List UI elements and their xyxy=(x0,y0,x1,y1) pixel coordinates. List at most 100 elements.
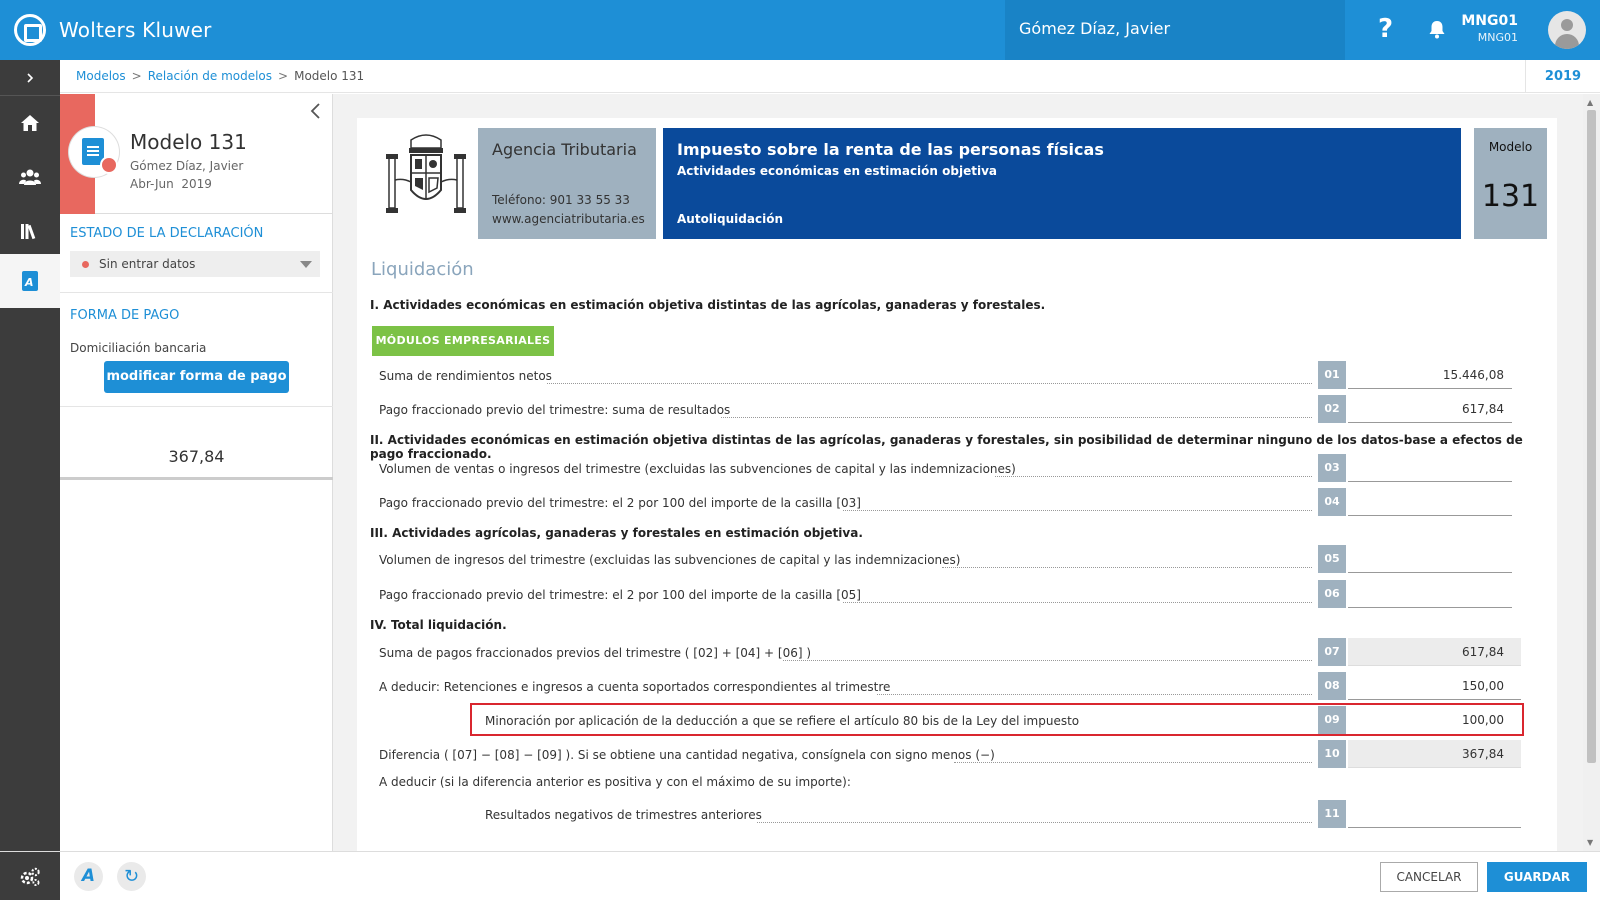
current-client-name[interactable]: Gómez Díaz, Javier xyxy=(1019,19,1170,38)
box-01-input[interactable]: 15.446,08 xyxy=(1348,361,1512,389)
tax-models-icon[interactable]: A xyxy=(0,254,60,308)
highlighted-row-outline xyxy=(470,703,1524,736)
svg-text:A: A xyxy=(24,276,34,289)
tax-agency-icon[interactable]: A xyxy=(74,862,103,891)
model-client: Gómez Díaz, Javier xyxy=(130,159,244,173)
box-08-input[interactable]: 150,00 xyxy=(1348,672,1521,700)
breadcrumb-modelos[interactable]: Modelos xyxy=(76,69,126,83)
box-code: 04 xyxy=(1318,488,1346,516)
user-avatar-icon[interactable] xyxy=(1548,11,1586,49)
box-11-input[interactable] xyxy=(1348,800,1521,828)
total-underline xyxy=(60,477,333,480)
section-4-title: IV. Total liquidación. xyxy=(370,618,507,632)
breadcrumb-bar: Modelos > Relación de modelos > Modelo 131 2… xyxy=(60,60,1600,93)
row-label: Pago fraccionado previo del trimestre: e… xyxy=(379,588,865,602)
box-code: 08 xyxy=(1318,672,1346,700)
home-icon[interactable] xyxy=(0,96,60,150)
box-code: 07 xyxy=(1318,638,1346,666)
settings-gear-icon[interactable] xyxy=(0,852,60,900)
modelo-label: Modelo xyxy=(1488,140,1533,154)
forma-pago-section-title: FORMA DE PAGO xyxy=(70,308,180,323)
bottom-action-bar: A ↻ CANCELAR GUARDAR xyxy=(0,851,1600,900)
estado-select[interactable]: Sin entrar datos xyxy=(70,251,320,277)
help-icon[interactable]: ? xyxy=(1378,14,1393,44)
box-02-input[interactable]: 617,84 xyxy=(1348,395,1512,423)
box-10-calculated-value: 367,84 xyxy=(1348,740,1521,768)
estado-value: Sin entrar datos xyxy=(99,257,196,271)
form-row-01: Suma de rendimientos netos 01 15.446,08 xyxy=(357,361,1557,391)
modulos-empresariales-button[interactable]: MÓDULOS EMPRESARIALES xyxy=(372,326,554,356)
user-code: MNG01 xyxy=(1461,13,1518,29)
wolters-kluwer-logo-icon xyxy=(14,14,46,46)
row-label: Pago fraccionado previo del trimestre: s… xyxy=(379,403,735,417)
user-info[interactable]: MNG01 MNG01 xyxy=(1461,13,1518,44)
box-code: 11 xyxy=(1318,800,1346,828)
forma-pago-value: Domiciliación bancaria xyxy=(70,341,207,355)
scroll-down-arrow-icon[interactable]: ▼ xyxy=(1587,838,1593,847)
modelo-number: 131 xyxy=(1481,179,1540,214)
tax-header-box: Impuesto sobre la renta de las personas … xyxy=(663,128,1461,239)
scrollbar-thumb[interactable] xyxy=(1587,110,1596,763)
collapse-panel-chevron-icon[interactable] xyxy=(309,102,321,120)
model-period: Abr-Jun 2019 xyxy=(130,177,212,191)
status-dot-icon xyxy=(82,261,89,268)
form-row-05: Volumen de ingresos del trimestre (exclu… xyxy=(357,545,1557,575)
fiscal-year[interactable]: 2019 xyxy=(1525,60,1600,93)
tax-type: Autoliquidación xyxy=(677,212,783,226)
agency-box: Agencia Tributaria Teléfono: 901 33 55 3… xyxy=(478,128,656,239)
leader-dots xyxy=(757,822,1312,823)
clients-group-icon[interactable] xyxy=(0,150,60,204)
form-row-11: Resultados negativos de trimestres anter… xyxy=(357,800,1557,830)
liquidacion-heading: Liquidación xyxy=(371,259,474,280)
deducir-instruction: A deducir (si la diferencia anterior es … xyxy=(379,775,851,789)
divider xyxy=(60,292,333,293)
box-code: 06 xyxy=(1318,580,1346,608)
leader-dots xyxy=(783,660,1312,661)
box-code: 05 xyxy=(1318,545,1346,573)
library-books-icon[interactable] xyxy=(0,204,60,258)
box-03-input[interactable] xyxy=(1348,454,1512,482)
box-code: 03 xyxy=(1318,454,1346,482)
box-05-input[interactable] xyxy=(1348,545,1512,573)
form-content-area: Agencia Tributaria Teléfono: 901 33 55 3… xyxy=(333,94,1583,851)
agency-phone: Teléfono: 901 33 55 33 xyxy=(492,193,630,207)
declaration-header: Modelo 131 Gómez Díaz, Javier Abr-Jun 20… xyxy=(60,94,333,214)
leader-dots xyxy=(995,476,1312,477)
refresh-icon[interactable]: ↻ xyxy=(117,862,146,891)
leader-dots xyxy=(843,602,1312,603)
row-label: Resultados negativos de trimestres anter… xyxy=(485,808,766,822)
row-label: Pago fraccionado previo del trimestre: e… xyxy=(379,496,865,510)
form-row-10: Diferencia ( [07] − [08] − [09] ). Si se… xyxy=(357,740,1557,770)
row-label: Volumen de ingresos del trimestre (exclu… xyxy=(379,553,965,567)
tax-title: Impuesto sobre la renta de las personas … xyxy=(677,140,1104,159)
breadcrumb-separator: > xyxy=(131,69,142,83)
modify-payment-button[interactable]: modificar forma de pago xyxy=(104,361,289,393)
user-subcode: MNG01 xyxy=(1477,31,1518,44)
model-title: Modelo 131 xyxy=(130,130,247,154)
divider xyxy=(60,406,333,407)
breadcrumb: Modelos > Relación de modelos > Modelo 131 xyxy=(76,69,364,83)
save-button[interactable]: GUARDAR xyxy=(1487,862,1587,892)
breadcrumb-separator: > xyxy=(278,69,289,83)
leader-dots xyxy=(547,383,1312,384)
form-row-04: Pago fraccionado previo del trimestre: e… xyxy=(357,488,1557,518)
box-code: 01 xyxy=(1318,361,1346,389)
agency-website: www.agenciatributaria.es xyxy=(492,212,645,226)
section-3-title: III. Actividades agrícolas, ganaderas y … xyxy=(370,526,863,540)
expand-nav-chevron-icon[interactable] xyxy=(0,60,60,96)
brand-logo[interactable]: Wolters Kluwer xyxy=(14,14,212,46)
box-06-input[interactable] xyxy=(1348,580,1512,608)
cancel-button[interactable]: CANCELAR xyxy=(1380,862,1478,892)
breadcrumb-relacion-modelos[interactable]: Relación de modelos xyxy=(148,69,272,83)
leader-dots xyxy=(942,567,1312,568)
scroll-up-arrow-icon[interactable]: ▲ xyxy=(1587,98,1593,107)
notifications-bell-icon[interactable] xyxy=(1427,19,1447,39)
tax-subtitle: Actividades económicas en estimación obj… xyxy=(677,164,997,178)
leader-dots xyxy=(843,510,1312,511)
box-04-input[interactable] xyxy=(1348,488,1512,516)
vertical-scrollbar[interactable]: ▲ ▼ xyxy=(1583,94,1600,851)
agency-name: Agencia Tributaria xyxy=(492,140,637,159)
section-1-title: I. Actividades económicas en estimación … xyxy=(370,298,1046,312)
form-row-07: Suma de pagos fraccionados previos del t… xyxy=(357,638,1557,668)
top-bar: Wolters Kluwer Gómez Díaz, Javier ? MNG0… xyxy=(0,0,1600,60)
